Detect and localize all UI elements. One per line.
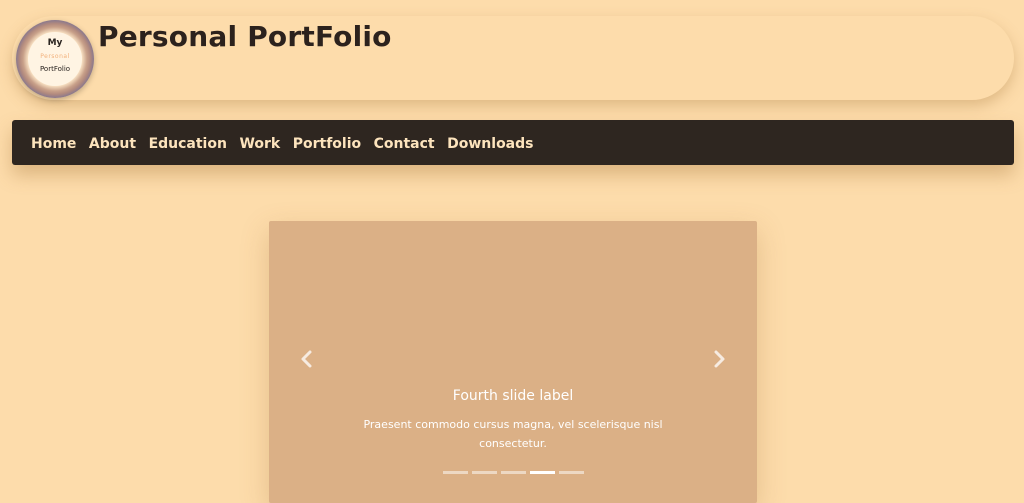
slide-caption-text: Praesent commodo cursus magna, vel scele… bbox=[363, 418, 663, 450]
nav-link-portfolio[interactable]: Portfolio bbox=[293, 136, 361, 152]
nav-link-education[interactable]: Education bbox=[149, 136, 227, 152]
carousel-indicators bbox=[269, 471, 757, 474]
slide-caption-title: Fourth slide label bbox=[452, 388, 574, 404]
nav-link-work[interactable]: Work bbox=[239, 136, 280, 152]
carousel-indicator[interactable] bbox=[558, 471, 584, 474]
nav-link-contact[interactable]: Contact bbox=[374, 136, 435, 152]
logo-image: My Personal PortFolio bbox=[16, 20, 94, 98]
nav-list: Home About Education Work Portfolio Cont… bbox=[31, 120, 546, 165]
logo-text-personal: Personal bbox=[40, 53, 70, 60]
carousel-indicator[interactable] bbox=[500, 471, 526, 474]
site-title: Personal PortFolio bbox=[98, 20, 392, 53]
carousel-indicator[interactable] bbox=[529, 471, 555, 474]
nav-link-about[interactable]: About bbox=[89, 136, 136, 152]
logo-badge: My Personal PortFolio bbox=[28, 32, 82, 86]
logo-text-my: My bbox=[47, 38, 63, 48]
chevron-right-icon bbox=[714, 350, 725, 368]
carousel-indicator[interactable] bbox=[471, 471, 497, 474]
main-navbar: Home About Education Work Portfolio Cont… bbox=[12, 120, 1014, 165]
carousel-prev-button[interactable] bbox=[291, 349, 321, 369]
nav-link-downloads[interactable]: Downloads bbox=[447, 136, 533, 152]
image-carousel: Fourth slide label Praesent commodo curs… bbox=[269, 221, 757, 503]
carousel-next-button[interactable] bbox=[705, 349, 735, 369]
carousel-indicator[interactable] bbox=[442, 471, 468, 474]
logo-text-portfolio: PortFolio bbox=[39, 65, 71, 73]
nav-link-home[interactable]: Home bbox=[31, 136, 76, 152]
chevron-left-icon bbox=[301, 350, 312, 368]
